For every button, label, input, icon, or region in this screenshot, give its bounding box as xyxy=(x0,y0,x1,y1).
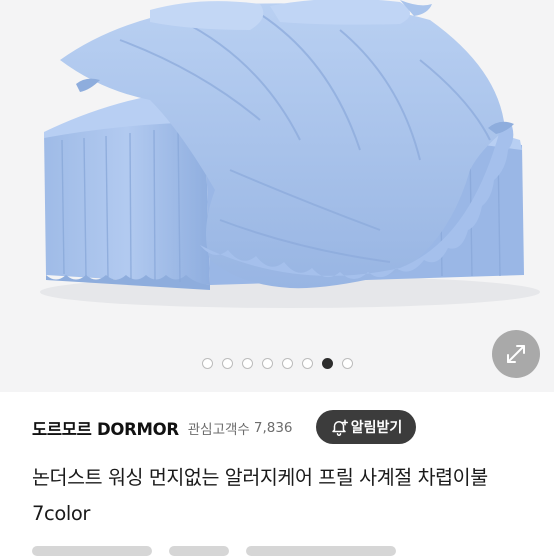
carousel-dot[interactable] xyxy=(241,358,253,369)
product-title: 논더스트 워싱 먼지없는 알러지케어 프릴 사계절 차렵이불 7color xyxy=(32,466,488,525)
brand-info: 도르모르 DORMOR 관심고객수 7,836 알림받기 xyxy=(32,408,522,448)
fullscreen-button[interactable] xyxy=(492,330,540,378)
brand-name-link[interactable]: 도르모르 DORMOR xyxy=(32,416,179,440)
clipped-text xyxy=(169,546,230,556)
favorites-count: 7,836 xyxy=(253,420,293,436)
carousel-dot[interactable] xyxy=(221,358,233,369)
carousel-dot[interactable] xyxy=(281,358,293,369)
carousel-indicator xyxy=(0,358,554,369)
alarm-subscribe-button[interactable]: 알림받기 xyxy=(316,410,416,444)
price-row-partial xyxy=(32,546,452,558)
clipped-text xyxy=(246,546,397,556)
carousel-dot[interactable] xyxy=(341,358,353,369)
carousel-dot[interactable] xyxy=(261,358,273,369)
favorites-label: 관심고객수 xyxy=(187,422,250,438)
carousel-dot[interactable] xyxy=(201,358,213,369)
alarm-button-label: 알림받기 xyxy=(350,420,403,436)
product-photo xyxy=(0,0,554,392)
carousel-dot-active[interactable] xyxy=(321,358,333,369)
bell-plus-icon xyxy=(331,419,348,436)
product-image-gallery[interactable] xyxy=(0,0,554,392)
carousel-dot[interactable] xyxy=(301,358,313,369)
clipped-text xyxy=(32,546,152,556)
